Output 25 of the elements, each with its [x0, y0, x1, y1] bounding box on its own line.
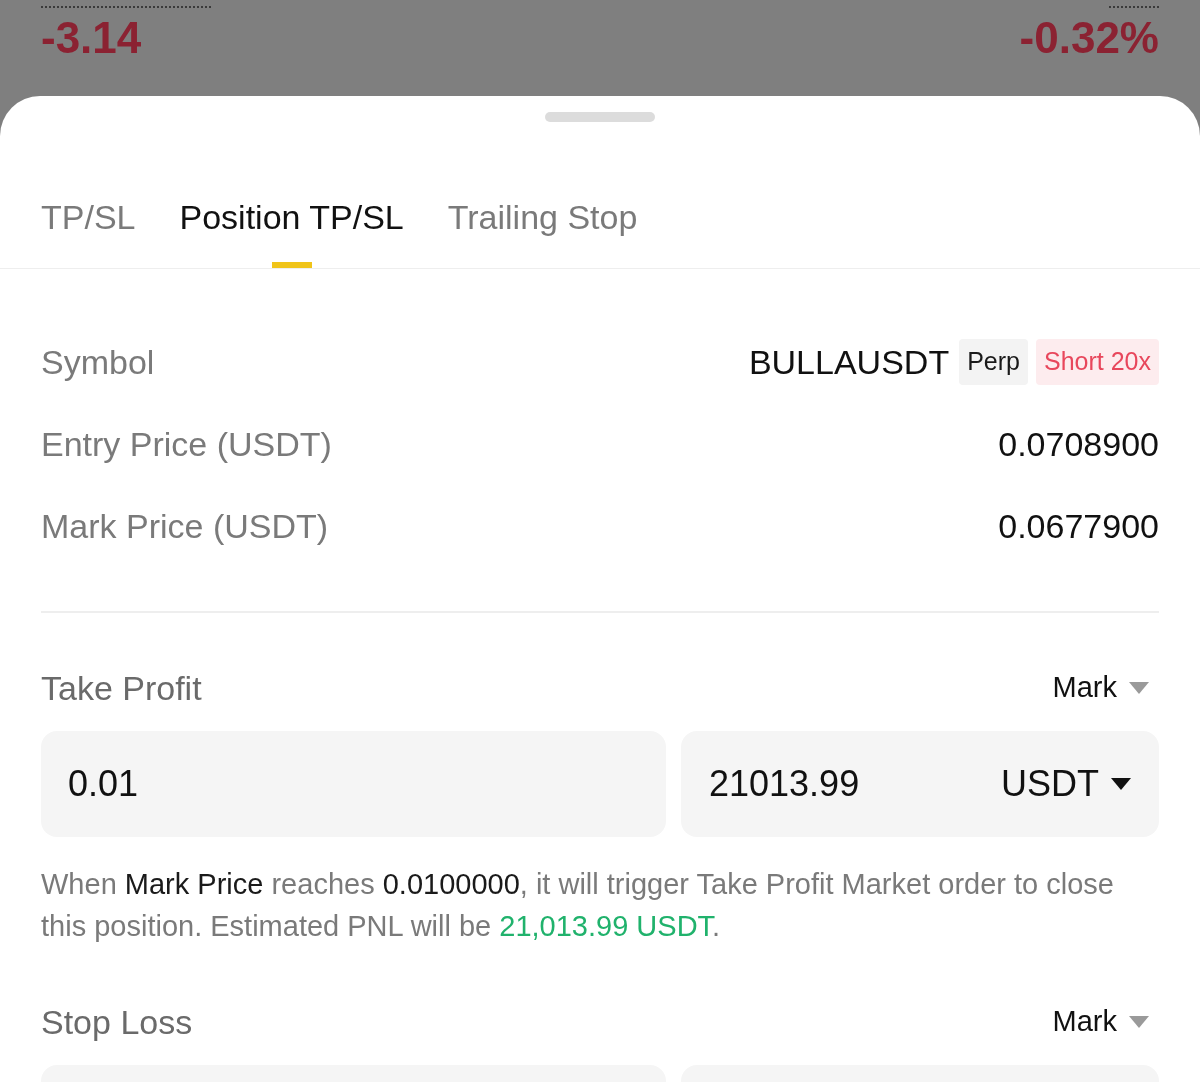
- field-value: 0.0708900: [998, 423, 1159, 465]
- field-label: Entry Price (USDT): [41, 423, 332, 465]
- trigger-type-dropdown[interactable]: Mark: [1052, 1000, 1159, 1044]
- field-value: 0.0677900: [998, 505, 1159, 547]
- price-change: -3.14: [41, 12, 143, 64]
- section-title: Stop Loss: [41, 1001, 193, 1043]
- take-profit-description: When Mark Price reaches 0.0100000, it will trigger Take Profit Market order to close this position. Estimated PNL will be 21,013.99 USDT.: [41, 867, 1115, 944]
- drag-handle[interactable]: [545, 112, 655, 122]
- tag: Short 20x: [1036, 339, 1159, 385]
- trigger-type-dropdown[interactable]: Mark: [1052, 666, 1159, 710]
- tab[interactable]: Position TP/SL: [179, 194, 404, 268]
- unit-dropdown[interactable]: USDT: [1001, 757, 1131, 811]
- tag: Perp: [959, 339, 1028, 385]
- field-label: Symbol: [41, 341, 155, 383]
- pnl-amount-input[interactable]: 21013.99 USDT: [681, 731, 1159, 837]
- tab[interactable]: Trailing Stop: [447, 194, 638, 268]
- tab[interactable]: TP/SL: [41, 194, 136, 268]
- field-label: Mark Price (USDT): [41, 505, 329, 547]
- caret-icon: [1129, 682, 1149, 694]
- section-title: Take Profit: [41, 667, 202, 709]
- symbol-name: BULLAUSDT: [748, 341, 950, 383]
- caret-icon: [1129, 1016, 1149, 1028]
- trigger-price-input[interactable]: 0.01: [41, 731, 666, 837]
- percent-change: -0.32%: [1019, 12, 1159, 64]
- caret-icon: [1111, 778, 1131, 790]
